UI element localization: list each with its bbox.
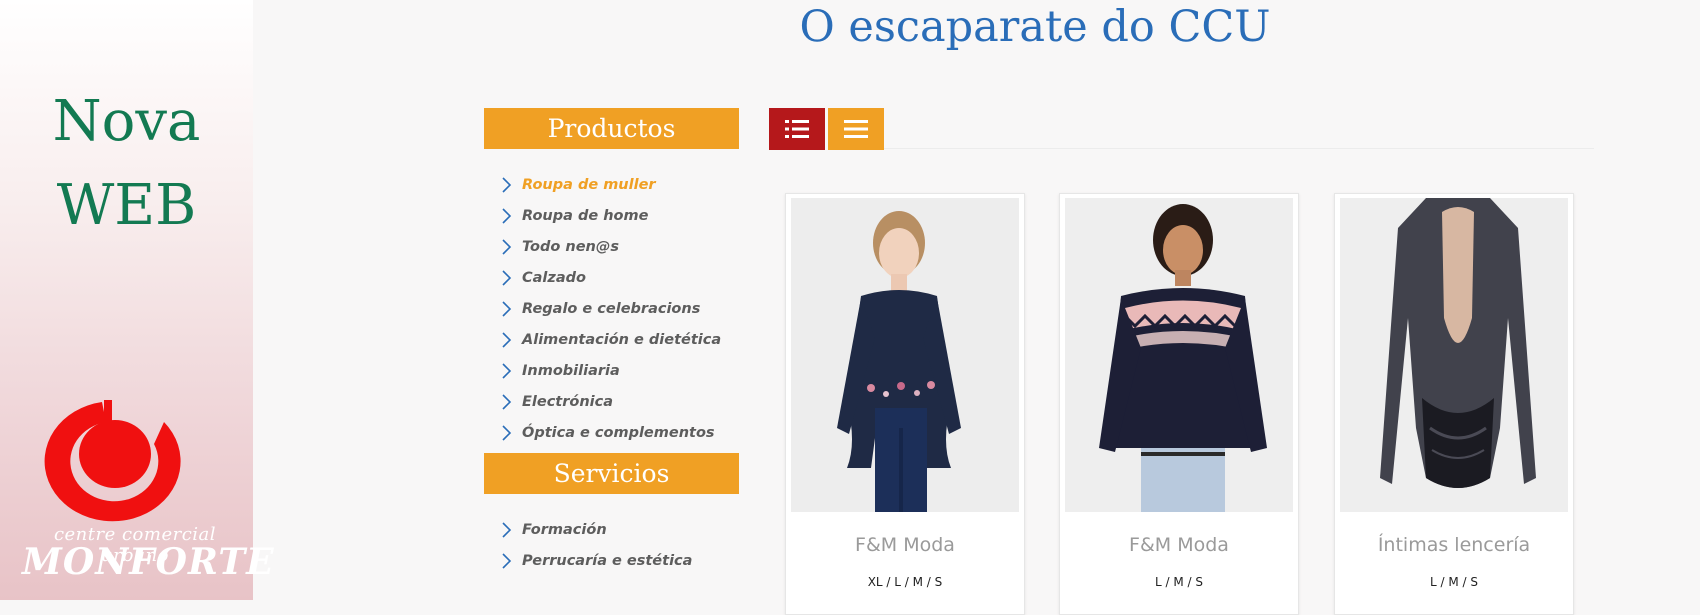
menu-item-todo-nenos[interactable]: Todo nen@s — [498, 231, 721, 262]
product-sizes: L / M / S — [1430, 575, 1478, 589]
list-detailed-icon — [785, 120, 809, 138]
promo-panel: Nova WEB centre comercial urbano MONFORT… — [0, 0, 275, 600]
chevron-right-icon — [502, 424, 512, 441]
product-card[interactable]: F&M Moda L / M / S — [1059, 193, 1299, 615]
product-name: F&M Moda — [855, 534, 955, 556]
chevron-right-icon — [502, 176, 512, 193]
products-menu: Roupa de muller Roupa de home Todo nen@s… — [498, 169, 721, 448]
chevron-right-icon — [502, 362, 512, 379]
chevron-right-icon — [502, 331, 512, 348]
menu-item-label: Óptica e complementos — [522, 424, 715, 441]
chevron-right-icon — [502, 238, 512, 255]
menu-item-optica[interactable]: Óptica e complementos — [498, 417, 721, 448]
woman-embroidered-sweater-image — [791, 198, 1019, 512]
menu-item-label: Formación — [522, 521, 607, 538]
menu-item-label: Roupa de home — [522, 207, 649, 224]
menu-item-label: Calzado — [522, 269, 586, 286]
menu-item-roupa-de-muller[interactable]: Roupa de muller — [498, 169, 721, 200]
menu-item-label: Alimentación e dietética — [522, 331, 722, 348]
black-lace-bodysuit-image — [1340, 198, 1568, 512]
menu-item-label: Regalo e celebracions — [522, 300, 701, 317]
chevron-right-icon — [502, 552, 512, 569]
product-card[interactable]: Íntimas lencería L / M / S — [1334, 193, 1574, 615]
menu-item-perrucaria[interactable]: Perrucaría e estética — [498, 545, 692, 576]
chevron-right-icon — [502, 207, 512, 224]
product-sizes: XL / L / M / S — [867, 575, 943, 589]
chevron-right-icon — [502, 393, 512, 410]
page-title: O escaparate do CCU — [799, 2, 1271, 52]
product-card[interactable]: F&M Moda XL / L / M / S — [785, 193, 1025, 615]
menu-item-label: Todo nen@s — [522, 238, 619, 255]
menu-item-label: Inmobiliaria — [522, 362, 620, 379]
menu-item-calzado[interactable]: Calzado — [498, 262, 721, 293]
toolbar-divider — [884, 148, 1594, 149]
chevron-right-icon — [502, 269, 512, 286]
product-sizes: L / M / S — [1155, 575, 1203, 589]
promo-title-line2: WEB — [56, 173, 197, 238]
product-image[interactable] — [1065, 198, 1293, 512]
menu-item-alimentacion[interactable]: Alimentación e dietética — [498, 324, 721, 355]
promo-title-line1: Nova — [52, 89, 201, 154]
menu-item-label: Electrónica — [522, 393, 614, 410]
menu-item-formacion[interactable]: Formación — [498, 514, 692, 545]
menu-item-label: Perrucaría e estética — [522, 552, 693, 569]
chevron-right-icon — [502, 521, 512, 538]
list-detailed-view-button[interactable] — [769, 108, 825, 150]
list-simple-icon — [844, 120, 868, 138]
services-section-header: Servicios — [484, 453, 739, 494]
logo-mark-icon — [44, 400, 181, 522]
product-image[interactable] — [1340, 198, 1568, 512]
services-menu: Formación Perrucaría e estética — [498, 514, 692, 576]
products-section-header: Productos — [484, 108, 739, 149]
product-name: Íntimas lencería — [1377, 534, 1531, 556]
menu-item-electronica[interactable]: Electrónica — [498, 386, 721, 417]
menu-item-label: Roupa de muller — [522, 176, 656, 193]
list-simple-view-button[interactable] — [828, 108, 884, 150]
menu-item-inmobiliaria[interactable]: Inmobiliaria — [498, 355, 721, 386]
woman-fairisle-sweater-image — [1065, 198, 1293, 512]
ccu-monforte-logo[interactable]: centre comercial urbano MONFORTE — [22, 400, 275, 585]
menu-item-roupa-de-home[interactable]: Roupa de home — [498, 200, 721, 231]
menu-item-regalo-e-celebracions[interactable]: Regalo e celebracions — [498, 293, 721, 324]
product-name: F&M Moda — [1129, 534, 1229, 556]
logo-wordmark: MONFORTE — [22, 541, 275, 583]
product-image[interactable] — [791, 198, 1019, 512]
chevron-right-icon — [502, 300, 512, 317]
